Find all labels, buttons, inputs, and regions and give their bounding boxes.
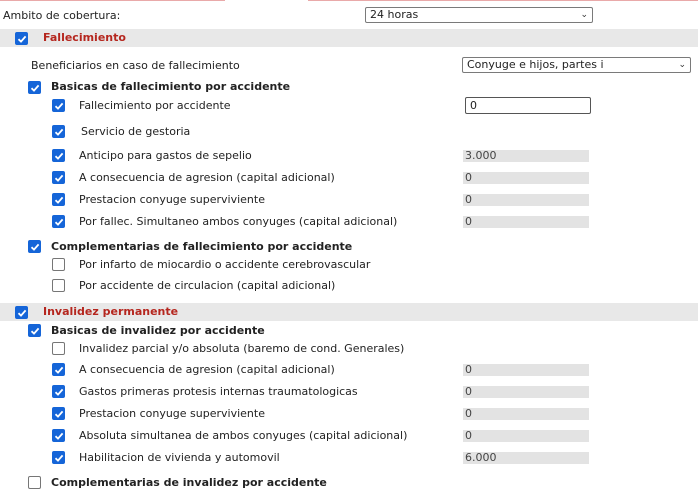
inv-agresion-value: 0 <box>463 364 589 376</box>
item-invalidez-parcial-checkbox[interactable] <box>52 342 65 355</box>
check-icon <box>30 243 39 251</box>
item-conyuge-superviviente-checkbox[interactable] <box>52 193 65 206</box>
invalidez-title: Invalidez permanente <box>43 305 179 318</box>
inv-conyuge-value: 0 <box>463 408 589 420</box>
item-accidente-circulacion-checkbox[interactable] <box>52 279 65 292</box>
check-icon <box>54 454 63 462</box>
top-tab-border <box>0 0 698 3</box>
fallecimiento-por-accidente-input[interactable]: 0 <box>465 97 591 114</box>
item-fallec-simultaneo-label: Por fallec. Simultaneo ambos conyuges (c… <box>79 215 398 228</box>
beneficiarios-value: Conyuge e hijos, partes i <box>467 58 604 71</box>
item-agresion-checkbox[interactable] <box>52 171 65 184</box>
check-icon <box>54 388 63 396</box>
check-icon <box>54 218 63 226</box>
check-icon <box>30 327 39 335</box>
habilitacion-value: 6.000 <box>463 452 589 464</box>
item-infarto-label: Por infarto de miocardio o accidente cer… <box>79 258 371 271</box>
basicas-fallecimiento-checkbox[interactable] <box>28 81 41 94</box>
fallec-simultaneo-value: 0 <box>463 216 589 228</box>
ambito-value: 24 horas <box>370 8 419 21</box>
fallecimiento-checkbox[interactable] <box>15 32 28 45</box>
agresion-value: 0 <box>463 172 589 184</box>
complementarias-invalidez-title: Complementarias de invalidez por acciden… <box>51 476 327 489</box>
chevron-down-icon: ⌄ <box>678 60 686 70</box>
check-icon <box>54 410 63 418</box>
item-infarto-checkbox[interactable] <box>52 258 65 271</box>
ambito-label: Ambito de cobertura: <box>3 9 121 22</box>
item-protesis-label: Gastos primeras protesis internas trauma… <box>79 385 358 398</box>
item-invalidez-parcial-label: Invalidez parcial y/o absoluta (baremo d… <box>79 342 405 355</box>
item-fallec-simultaneo-checkbox[interactable] <box>52 215 65 228</box>
complementarias-invalidez-checkbox[interactable] <box>28 476 41 489</box>
fallecimiento-title: Fallecimiento <box>43 31 126 44</box>
item-fallecimiento-por-accidente-checkbox[interactable] <box>52 99 65 112</box>
item-servicio-gestoria-label: Servicio de gestoria <box>81 125 191 138</box>
basicas-invalidez-title: Basicas de invalidez por accidente <box>51 324 265 337</box>
item-absoluta-simultanea-checkbox[interactable] <box>52 429 65 442</box>
complementarias-fallecimiento-checkbox[interactable] <box>28 240 41 253</box>
conyuge-superviviente-value: 0 <box>463 194 589 206</box>
check-icon <box>30 84 39 92</box>
item-habilitacion-checkbox[interactable] <box>52 451 65 464</box>
check-icon <box>54 432 63 440</box>
basicas-fallecimiento-title: Basicas de fallecimiento por accidente <box>51 80 291 93</box>
check-icon <box>17 35 26 43</box>
complementarias-fallecimiento-title: Complementarias de fallecimiento por acc… <box>51 240 353 253</box>
protesis-value: 0 <box>463 386 589 398</box>
item-anticipo-sepelio-checkbox[interactable] <box>52 149 65 162</box>
item-inv-conyuge-label: Prestacion conyuge superviviente <box>79 407 265 420</box>
ambito-select[interactable]: 24 horas ⌄ <box>365 7 593 23</box>
check-icon <box>54 128 63 136</box>
check-icon <box>54 174 63 182</box>
item-absoluta-simultanea-label: Absoluta simultanea de ambos conyuges (c… <box>79 429 408 442</box>
check-icon <box>54 152 63 160</box>
item-protesis-checkbox[interactable] <box>52 385 65 398</box>
item-fallecimiento-por-accidente-label: Fallecimiento por accidente <box>79 99 231 112</box>
item-conyuge-superviviente-label: Prestacion conyuge superviviente <box>79 193 265 206</box>
item-inv-conyuge-checkbox[interactable] <box>52 407 65 420</box>
chevron-down-icon: ⌄ <box>580 10 588 20</box>
check-icon <box>54 196 63 204</box>
check-icon <box>54 366 63 374</box>
check-icon <box>54 102 63 110</box>
item-inv-agresion-checkbox[interactable] <box>52 363 65 376</box>
item-agresion-label: A consecuencia de agresion (capital adic… <box>79 171 335 184</box>
beneficiarios-label: Beneficiarios en caso de fallecimiento <box>31 59 240 72</box>
item-accidente-circulacion-label: Por accidente de circulacion (capital ad… <box>79 279 336 292</box>
invalidez-checkbox[interactable] <box>15 306 28 319</box>
anticipo-sepelio-value: 3.000 <box>463 150 589 162</box>
basicas-invalidez-checkbox[interactable] <box>28 324 41 337</box>
item-habilitacion-label: Habilitacion de vivienda y automovil <box>79 451 280 464</box>
check-icon <box>17 309 26 317</box>
absoluta-simultanea-value: 0 <box>463 430 589 442</box>
item-anticipo-sepelio-label: Anticipo para gastos de sepelio <box>79 149 252 162</box>
item-inv-agresion-label: A consecuencia de agresion (capital adic… <box>79 363 335 376</box>
beneficiarios-select[interactable]: Conyuge e hijos, partes i ⌄ <box>462 57 691 73</box>
item-servicio-gestoria-checkbox[interactable] <box>52 125 65 138</box>
